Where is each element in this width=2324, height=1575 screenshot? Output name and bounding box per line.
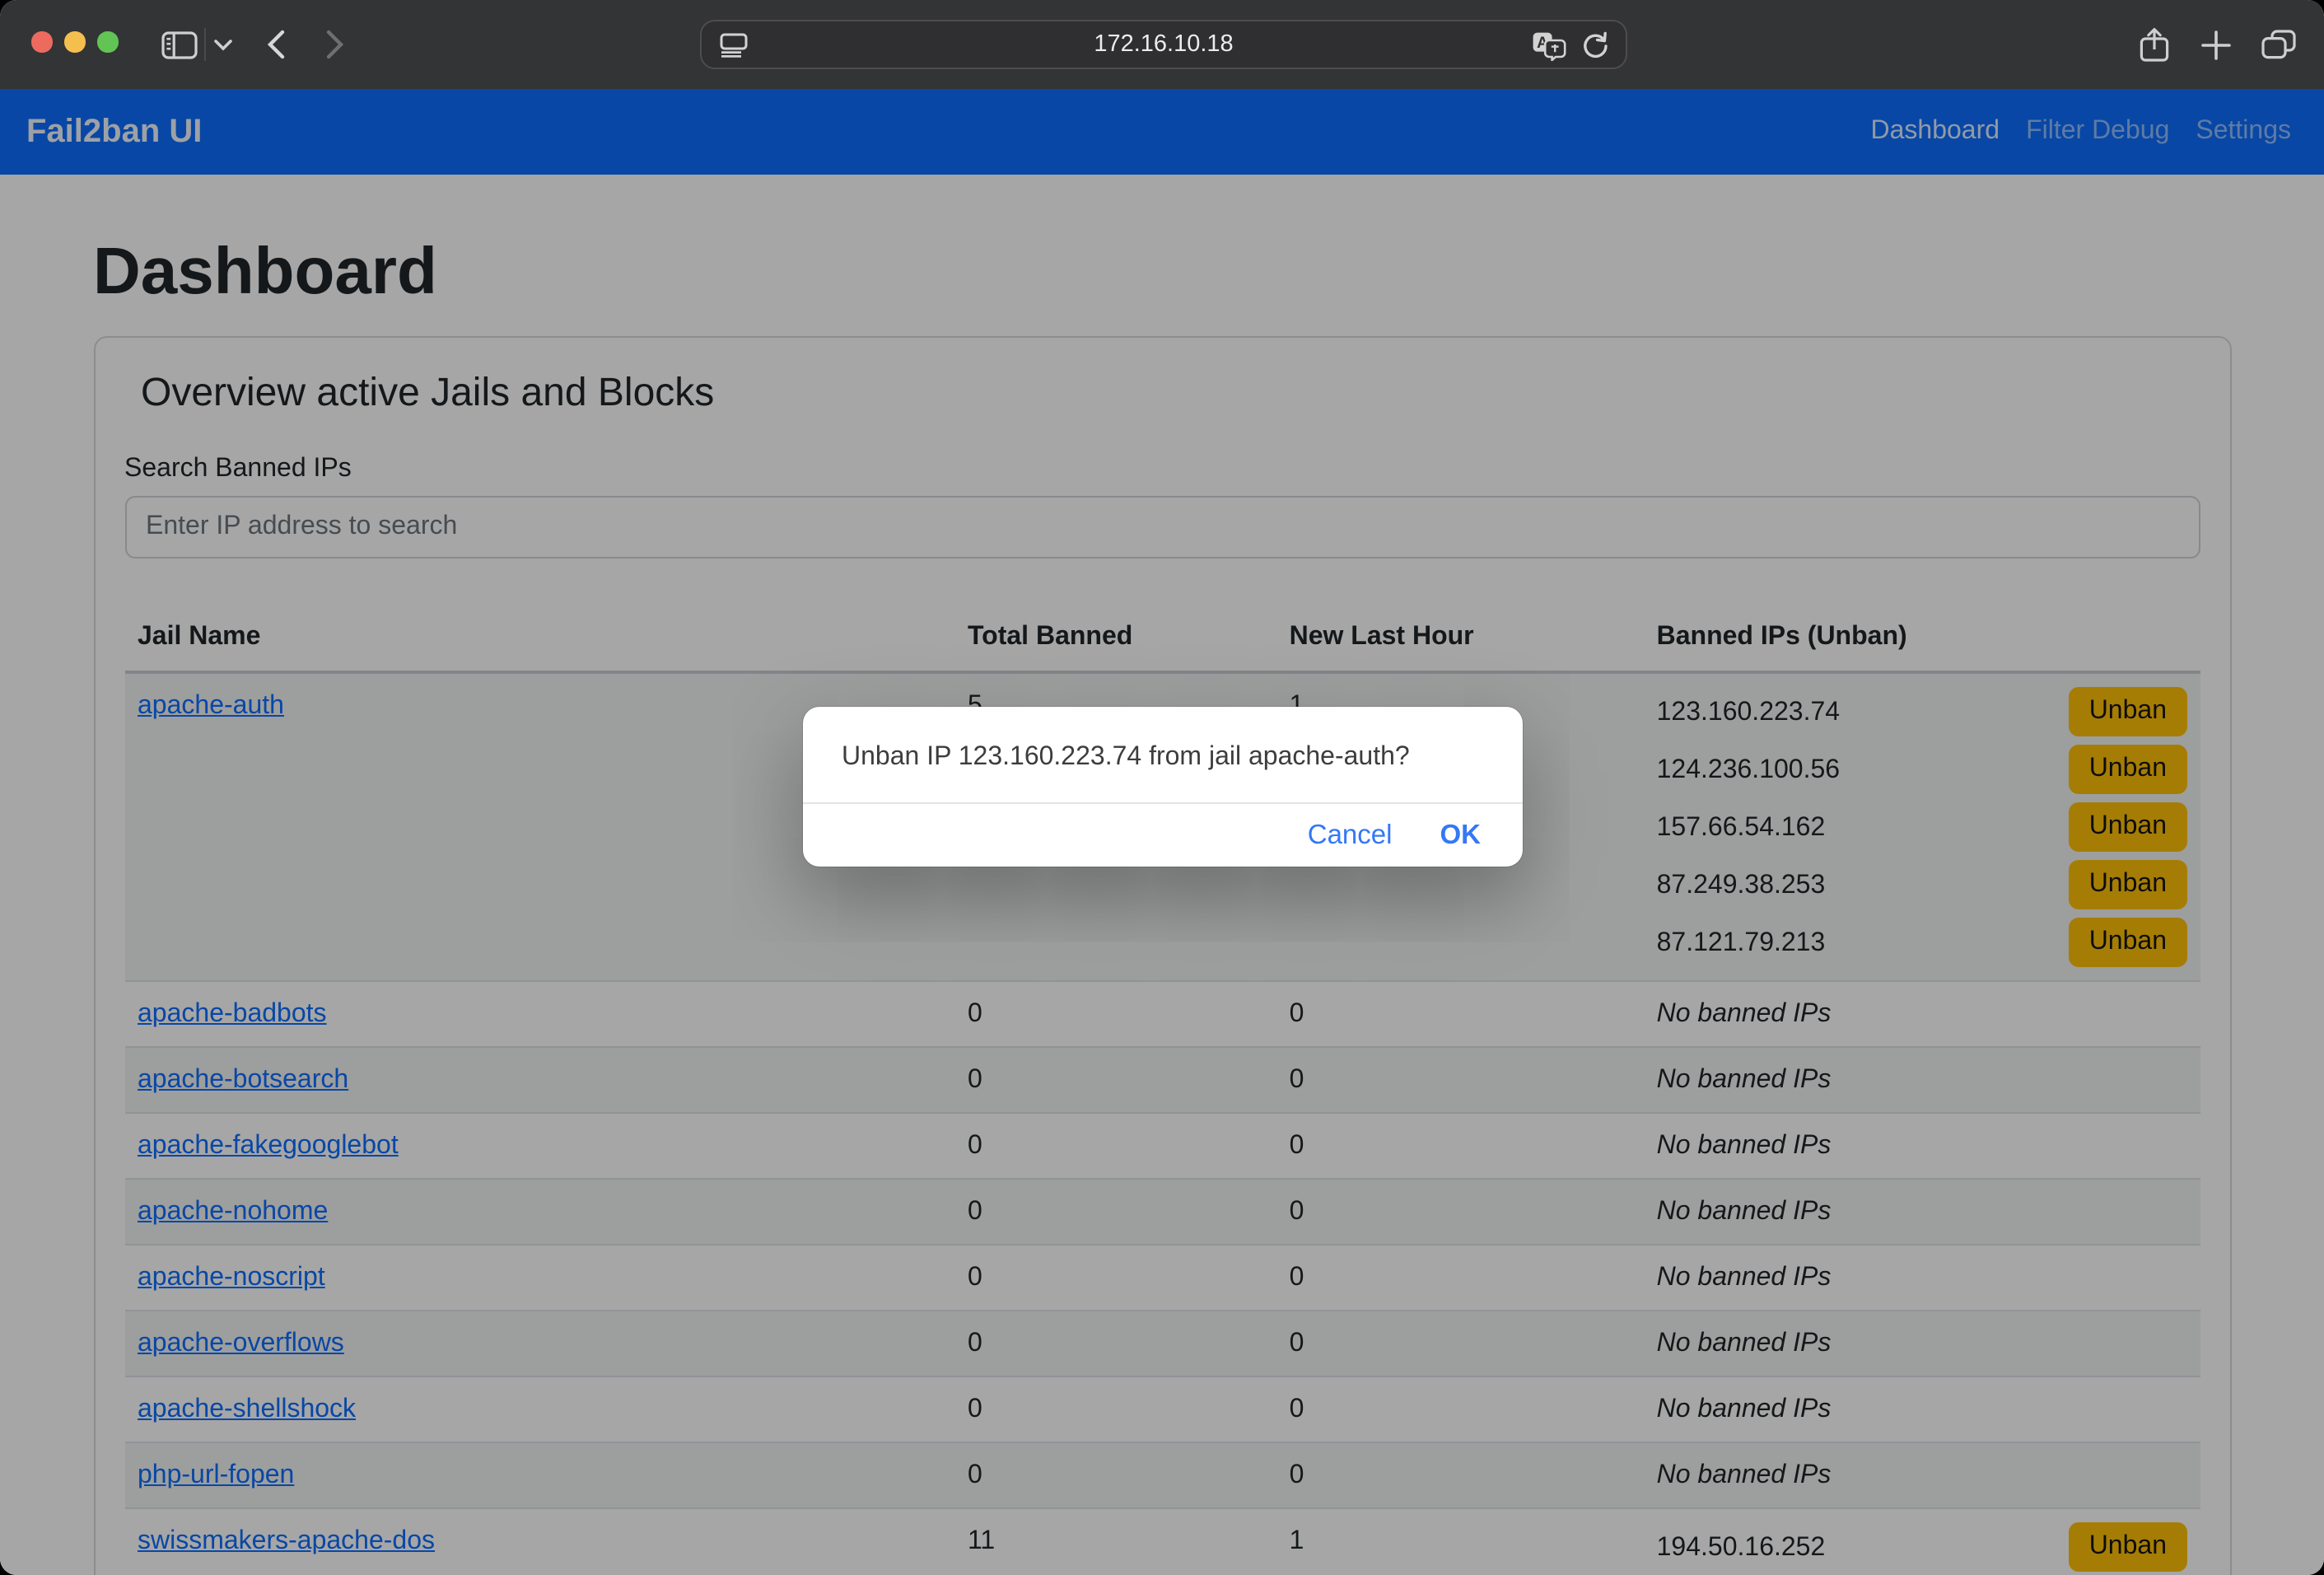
translate-icon[interactable]: A xyxy=(1532,31,1566,61)
chevron-down-icon[interactable] xyxy=(211,0,234,89)
back-icon[interactable] xyxy=(260,0,290,89)
new-tab-icon[interactable] xyxy=(2197,0,2233,89)
dialog-message: Unban IP 123.160.223.74 from jail apache… xyxy=(802,707,1522,802)
minimize-window-button[interactable] xyxy=(64,31,85,52)
url-text: 172.16.10.18 xyxy=(1094,31,1233,58)
web-page: Fail2ban UI Dashboard Filter Debug Setti… xyxy=(0,89,2324,1575)
close-window-button[interactable] xyxy=(31,31,52,52)
sidebar-icon[interactable] xyxy=(158,0,201,89)
tab-overview-icon[interactable] xyxy=(2258,0,2298,89)
address-bar[interactable]: 172.16.10.18 A xyxy=(700,20,1627,69)
toolbar-separator xyxy=(204,28,206,61)
cancel-button[interactable]: Cancel xyxy=(1308,820,1393,851)
browser-toolbar: 172.16.10.18 A xyxy=(0,0,2324,89)
dialog-actions: Cancel OK xyxy=(802,804,1522,867)
reload-icon[interactable] xyxy=(1581,31,1609,61)
zoom-window-button[interactable] xyxy=(97,31,118,52)
ok-button[interactable]: OK xyxy=(1440,820,1482,851)
traffic-lights xyxy=(31,31,118,52)
forward-icon[interactable] xyxy=(320,0,349,89)
reader-page-icon[interactable] xyxy=(720,33,749,58)
confirm-dialog: Unban IP 123.160.223.74 from jail apache… xyxy=(802,707,1522,867)
browser-window: 172.16.10.18 A Fail2ban UI Dashboar xyxy=(0,0,2324,1575)
share-icon[interactable] xyxy=(2136,0,2172,89)
